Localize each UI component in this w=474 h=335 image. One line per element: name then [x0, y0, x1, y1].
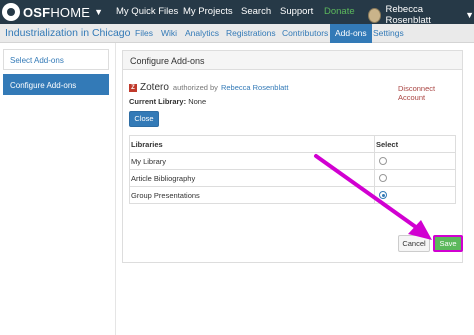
close-button[interactable]: Close: [129, 111, 159, 127]
addon-header: Z Zotero authorized by Rebecca Rosenblat…: [129, 82, 288, 93]
account-link[interactable]: Rebecca Rosenblatt: [221, 83, 289, 92]
project-title[interactable]: Industrialization in Chicago: [5, 27, 131, 39]
table-row[interactable]: Group Presentations: [129, 187, 456, 204]
configure-addons-panel: Configure Add-ons Z Zotero authorized by…: [122, 50, 463, 263]
nav-my-projects[interactable]: My Projects: [183, 6, 233, 17]
libraries-table: Libraries Select My Library Article Bibl…: [129, 135, 456, 204]
tab-contributors[interactable]: Contributors: [282, 28, 328, 38]
addon-name: Zotero: [140, 82, 169, 93]
library-name: My Library: [131, 157, 167, 166]
tab-analytics[interactable]: Analytics: [185, 28, 219, 38]
chevron-down-icon: ▼: [465, 10, 474, 20]
library-radio[interactable]: [379, 157, 387, 165]
user-menu[interactable]: Rebecca Rosenblatt ▼: [368, 4, 474, 26]
current-library-value: None: [188, 97, 207, 106]
top-navbar: OSFHOME ▼ My Quick Files My Projects Sea…: [0, 0, 474, 26]
avatar: [368, 7, 382, 23]
header-libraries: Libraries: [131, 140, 163, 149]
tab-add-ons[interactable]: Add-ons: [330, 24, 372, 43]
library-radio[interactable]: [379, 174, 387, 182]
osf-home-brand[interactable]: OSFHOME ▼: [0, 0, 103, 24]
addons-sidebar: Select Add-ons Configure Add-ons: [3, 49, 109, 95]
tab-registrations[interactable]: Registrations: [226, 28, 276, 38]
disconnect-account-link[interactable]: Disconnect Account: [398, 84, 462, 102]
chevron-down-icon[interactable]: ▼: [94, 7, 103, 17]
tab-settings[interactable]: Settings: [373, 28, 404, 38]
nav-my-quick-files[interactable]: My Quick Files: [116, 6, 178, 17]
cancel-button[interactable]: Cancel: [398, 235, 430, 252]
save-button[interactable]: Save: [433, 235, 463, 252]
nav-search[interactable]: Search: [241, 6, 271, 17]
current-library-label: Current Library:: [129, 97, 187, 106]
library-radio[interactable]: [379, 191, 387, 199]
column-divider: [374, 136, 375, 204]
tab-wiki[interactable]: Wiki: [161, 28, 177, 38]
project-navbar: Industrialization in Chicago Files Wiki …: [0, 24, 474, 43]
tab-files[interactable]: Files: [135, 28, 153, 38]
header-select: Select: [376, 140, 399, 149]
nav-support[interactable]: Support: [280, 6, 313, 17]
zotero-icon: Z: [129, 83, 137, 92]
sidebar-item-select-add-ons[interactable]: Select Add-ons: [3, 49, 109, 70]
nav-donate[interactable]: Donate: [324, 6, 355, 17]
current-library: Current Library: None: [129, 97, 206, 106]
user-name: Rebecca Rosenblatt: [385, 4, 431, 26]
authorized-text: authorized by: [172, 83, 218, 92]
panel-heading: Configure Add-ons: [123, 51, 462, 70]
brand-text: OSFHOME: [23, 4, 91, 20]
library-name: Article Bibliography: [131, 174, 196, 183]
osf-logo-icon: [2, 3, 20, 21]
library-name: Group Presentations: [131, 191, 200, 200]
sidebar-divider: [115, 43, 116, 335]
table-header-row: Libraries Select: [129, 136, 456, 153]
table-row[interactable]: My Library: [129, 153, 456, 170]
table-row[interactable]: Article Bibliography: [129, 170, 456, 187]
sidebar-item-configure-add-ons[interactable]: Configure Add-ons: [3, 74, 109, 95]
